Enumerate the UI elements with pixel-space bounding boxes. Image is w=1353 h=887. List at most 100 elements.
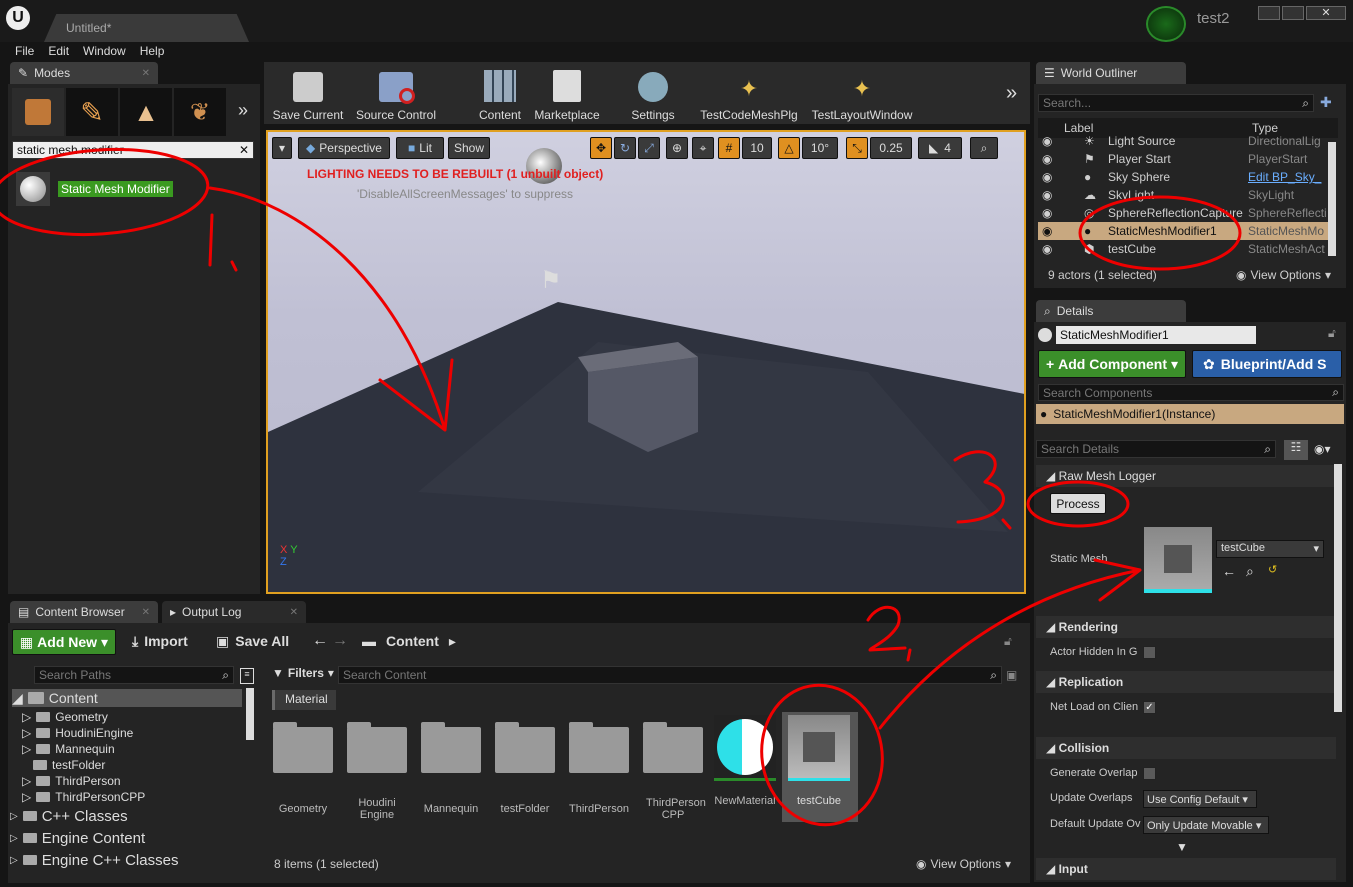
section-collision[interactable]: ◢ Collision [1036, 737, 1336, 759]
material-filter-chip[interactable]: Material [272, 690, 336, 710]
scale-tool-button[interactable]: ⤢ [638, 137, 660, 159]
settings-button[interactable]: Settings [622, 66, 684, 122]
asset-testcube[interactable]: testCube [788, 715, 850, 807]
tab-modes[interactable]: ✎ Modes ✕ [10, 62, 158, 84]
process-button[interactable]: Process [1050, 493, 1106, 514]
tree-item-geometry[interactable]: ▷ Geometry [22, 709, 108, 725]
section-raw-mesh-logger[interactable]: ◢ Raw Mesh Logger [1036, 465, 1336, 487]
static-mesh-modifier-item[interactable]: Static Mesh Modifier [16, 172, 256, 206]
edit-blueprint-link[interactable]: Edit BP_Sky_ [1248, 170, 1321, 184]
rotation-snap-button[interactable]: △ [778, 137, 800, 159]
section-input[interactable]: ◢ Input [1036, 858, 1336, 880]
minimize-button[interactable] [1258, 6, 1280, 20]
outliner-row[interactable]: ◉ ◎ SphereReflectionCapture SphereReflecti [1038, 204, 1328, 222]
history-back-icon[interactable]: ← [312, 632, 328, 650]
reset-icon[interactable]: ↺ [1268, 563, 1277, 576]
filters-button[interactable]: ▼ Filters ▾ [272, 666, 334, 680]
rotate-tool-button[interactable]: ↻ [614, 137, 636, 159]
maximize-button[interactable] [1282, 6, 1304, 20]
save-all-button[interactable]: ▣ Save All [216, 633, 289, 650]
asset-folder-mannequin[interactable]: Mannequin [420, 715, 482, 815]
tree-options-icon[interactable]: ≡ [240, 668, 254, 684]
default-update-dropdown[interactable]: Only Update Movable ▾ [1143, 816, 1269, 834]
maximize-viewport-button[interactable]: ⌕ [970, 137, 998, 159]
mode-foliage-icon[interactable]: ❦ [174, 88, 226, 136]
modes-search-input[interactable]: static mesh modifier ✕ [12, 141, 254, 159]
plugin-testcodemesh-button[interactable]: ✦ TestCodeMeshPlg [696, 66, 802, 122]
scale-snap-button[interactable]: ⤡ [846, 137, 868, 159]
history-forward-icon[interactable]: → [332, 632, 348, 650]
visibility-eye-icon[interactable]: ◉ [1038, 170, 1084, 184]
blueprint-button[interactable]: ✿ Blueprint/Add S [1192, 350, 1342, 378]
tab-details[interactable]: ⌕ Details [1036, 300, 1186, 322]
source-control-button[interactable]: Source Control [352, 66, 440, 122]
outliner-row[interactable]: ◉ ⚑ Player Start PlayerStart [1038, 150, 1328, 168]
tree-scrollbar[interactable] [246, 688, 254, 740]
tree-item-houdiniengine[interactable]: ▷ HoudiniEngine [22, 725, 133, 741]
plugin-testlayout-button[interactable]: ✦ TestLayoutWindow [806, 66, 918, 122]
visibility-eye-icon[interactable]: ◉ [1038, 242, 1084, 256]
outliner-row[interactable]: ◉ ☀ Light Source DirectionalLig [1038, 132, 1328, 150]
content-view-options[interactable]: ◉ View Options ▾ [916, 857, 1011, 871]
search-details-input[interactable]: Search Details ⌕ [1036, 440, 1276, 458]
mode-paint-icon[interactable]: ✎ [66, 88, 118, 136]
more-modes-icon[interactable]: » [238, 100, 248, 121]
tree-item-content[interactable]: ◢ Content [12, 690, 98, 707]
browse-asset-icon[interactable]: ⌕ [1246, 563, 1254, 580]
content-button[interactable]: Content [472, 66, 528, 122]
tree-item-thirdperson[interactable]: ▷ ThirdPerson [22, 773, 121, 789]
details-scrollbar[interactable] [1334, 464, 1342, 712]
outliner-view-options[interactable]: ◉ View Options ▾ [1236, 268, 1331, 282]
mesh-thumbnail[interactable] [1144, 527, 1212, 593]
asset-folder-thirdperson[interactable]: ThirdPerson [568, 715, 630, 815]
translate-tool-button[interactable]: ✥ [590, 137, 612, 159]
component-instance-row[interactable]: ● StaticMeshModifier1(Instance) [1036, 404, 1344, 424]
tab-content-browser[interactable]: ▤ Content Browser ✕ [10, 601, 158, 623]
surface-snap-icon[interactable]: ⌖ [692, 137, 714, 159]
tree-item-engine-content[interactable]: ▷ Engine Content [10, 830, 145, 847]
tree-item-thirdpersoncpp[interactable]: ▷ ThirdPersonCPP [22, 789, 145, 805]
tree-item-engine-cpp-classes[interactable]: ▷ Engine C++ Classes [10, 852, 178, 869]
tree-item-mannequin[interactable]: ▷ Mannequin [22, 741, 115, 757]
menu-file[interactable]: File [8, 42, 41, 62]
visibility-eye-icon[interactable]: ◉ [1038, 152, 1084, 166]
visibility-filter-icon[interactable]: ◉▾ [1314, 442, 1331, 456]
close-window-button[interactable]: ✕ [1306, 6, 1346, 20]
tab-world-outliner[interactable]: ☰ World Outliner [1036, 62, 1186, 84]
path-breadcrumb[interactable]: ▬ Content ▸ [362, 633, 456, 650]
save-current-button[interactable]: Save Current [270, 66, 346, 122]
scale-snap-value[interactable]: 0.25 [870, 137, 912, 159]
search-content-input[interactable]: Search Content ⌕ [338, 666, 1002, 684]
lock-icon[interactable]: 🔓︎ [1328, 326, 1336, 341]
lock-browser-icon[interactable]: 🔓︎ [1004, 634, 1012, 649]
asset-folder-testfolder[interactable]: testFolder [494, 715, 556, 815]
outliner-row-selected[interactable]: ◉ ● StaticMeshModifier1 StaticMeshMo [1038, 222, 1328, 240]
marketplace-button[interactable]: Marketplace [530, 66, 604, 122]
add-folder-icon[interactable]: ✚ [1320, 94, 1332, 111]
menu-help[interactable]: Help [133, 42, 172, 62]
generate-overlap-checkbox[interactable] [1143, 767, 1156, 780]
visibility-eye-icon[interactable]: ◉ [1038, 206, 1084, 220]
outliner-row[interactable]: ◉ ● Sky Sphere Edit BP_Sky_ [1038, 168, 1328, 186]
outliner-row[interactable]: ◉ ⬢ testCube StaticMeshAct [1038, 240, 1328, 258]
tab-output-log[interactable]: ▸ Output Log ✕ [162, 601, 306, 623]
viewport-options-button[interactable]: ▾ [272, 137, 292, 159]
visibility-eye-icon[interactable]: ◉ [1038, 224, 1084, 238]
clear-search-icon[interactable]: ✕ [239, 143, 249, 157]
toolbar-more-icon[interactable]: » [1006, 82, 1017, 105]
add-new-button[interactable]: ▦ Add New ▾ [12, 629, 116, 655]
visibility-eye-icon[interactable]: ◉ [1038, 188, 1084, 202]
net-load-checkbox[interactable]: ✓ [1143, 701, 1156, 714]
asset-folder-thirdpersoncpp[interactable]: ThirdPerson CPP [642, 715, 706, 821]
player-start-icon[interactable]: ⚑ [540, 266, 572, 298]
unreal-logo-icon[interactable]: U [6, 6, 30, 30]
outliner-scrollbar[interactable] [1328, 142, 1336, 256]
import-button[interactable]: ⤓ Import [132, 633, 188, 650]
asset-folder-geometry[interactable]: Geometry [272, 715, 334, 815]
mode-place-icon[interactable] [12, 88, 64, 136]
grid-snap-button[interactable]: # [718, 137, 740, 159]
tree-item-cpp-classes[interactable]: ▷ C++ Classes [10, 808, 128, 825]
document-tab[interactable]: Untitled* [44, 14, 249, 42]
update-overlaps-dropdown[interactable]: Use Config Default ▾ [1143, 790, 1257, 808]
mode-landscape-icon[interactable]: ▲ [120, 88, 172, 136]
